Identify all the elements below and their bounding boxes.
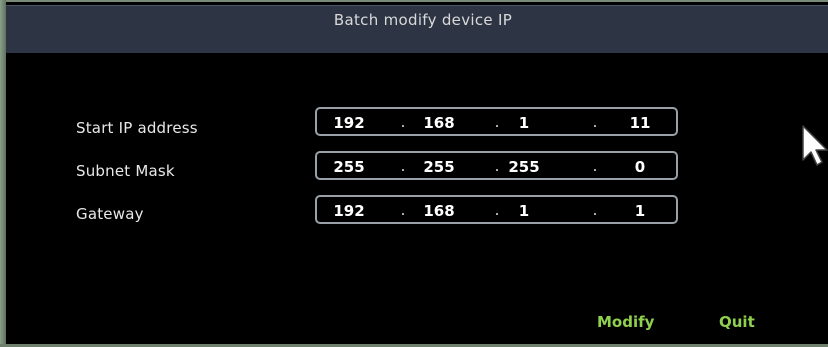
subnet-mask-octet-4[interactable]: 0 — [616, 158, 664, 176]
start-ip-octet-1[interactable]: 192 — [325, 114, 373, 132]
gateway-label: Gateway — [76, 205, 144, 223]
start-ip-octet-3[interactable]: 1 — [500, 114, 548, 132]
subnet-mask-octet-2[interactable]: 255 — [415, 158, 463, 176]
mouse-pointer-icon — [802, 125, 828, 166]
gateway-octet-2[interactable]: 168 — [415, 202, 463, 220]
gateway-octet-3[interactable]: 1 — [500, 202, 548, 220]
octet-separator: . — [592, 157, 598, 175]
gateway-octet-1[interactable]: 192 — [325, 202, 373, 220]
octet-separator: . — [400, 157, 406, 175]
dialog-top-border — [0, 0, 828, 2]
octet-separator: . — [592, 113, 598, 131]
modify-button[interactable]: Modify — [597, 313, 654, 331]
subnet-mask-input[interactable]: 255 . 255 . 255 . 0 — [315, 151, 678, 180]
octet-separator: . — [400, 113, 406, 131]
start-ip-octet-4[interactable]: 11 — [616, 114, 664, 132]
gateway-octet-4[interactable]: 1 — [616, 202, 664, 220]
octet-separator: . — [592, 201, 598, 219]
start-ip-octet-2[interactable]: 168 — [415, 114, 463, 132]
quit-button[interactable]: Quit — [719, 313, 755, 331]
subnet-mask-octet-1[interactable]: 255 — [325, 158, 373, 176]
batch-modify-dialog: Batch modify device IP Start IP address … — [0, 0, 828, 347]
octet-separator: . — [400, 201, 406, 219]
gateway-input[interactable]: 192 . 168 . 1 . 1 — [315, 195, 678, 224]
start-ip-input[interactable]: 192 . 168 . 1 . 11 — [315, 107, 678, 136]
subnet-mask-octet-3[interactable]: 255 — [500, 158, 548, 176]
start-ip-label: Start IP address — [76, 119, 198, 137]
dialog-title: Batch modify device IP — [333, 11, 513, 29]
subnet-mask-label: Subnet Mask — [76, 162, 175, 180]
